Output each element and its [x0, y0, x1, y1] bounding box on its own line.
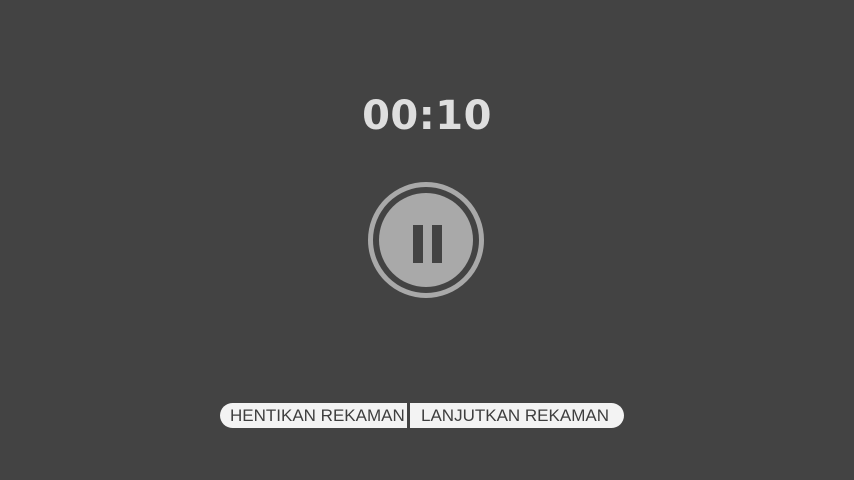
stop-recording-button[interactable]: HENTIKAN REKAMAN [220, 403, 407, 428]
resume-recording-button[interactable]: LANJUTKAN REKAMAN [410, 403, 624, 428]
pause-button[interactable] [368, 182, 484, 298]
pause-icon [379, 193, 473, 287]
elapsed-time-display: 00:10 [362, 93, 492, 139]
pause-icon-bar-right [432, 225, 442, 263]
recording-actions: HENTIKAN REKAMAN LANJUTKAN REKAMAN [220, 403, 624, 428]
pause-icon-bar-left [413, 225, 423, 263]
